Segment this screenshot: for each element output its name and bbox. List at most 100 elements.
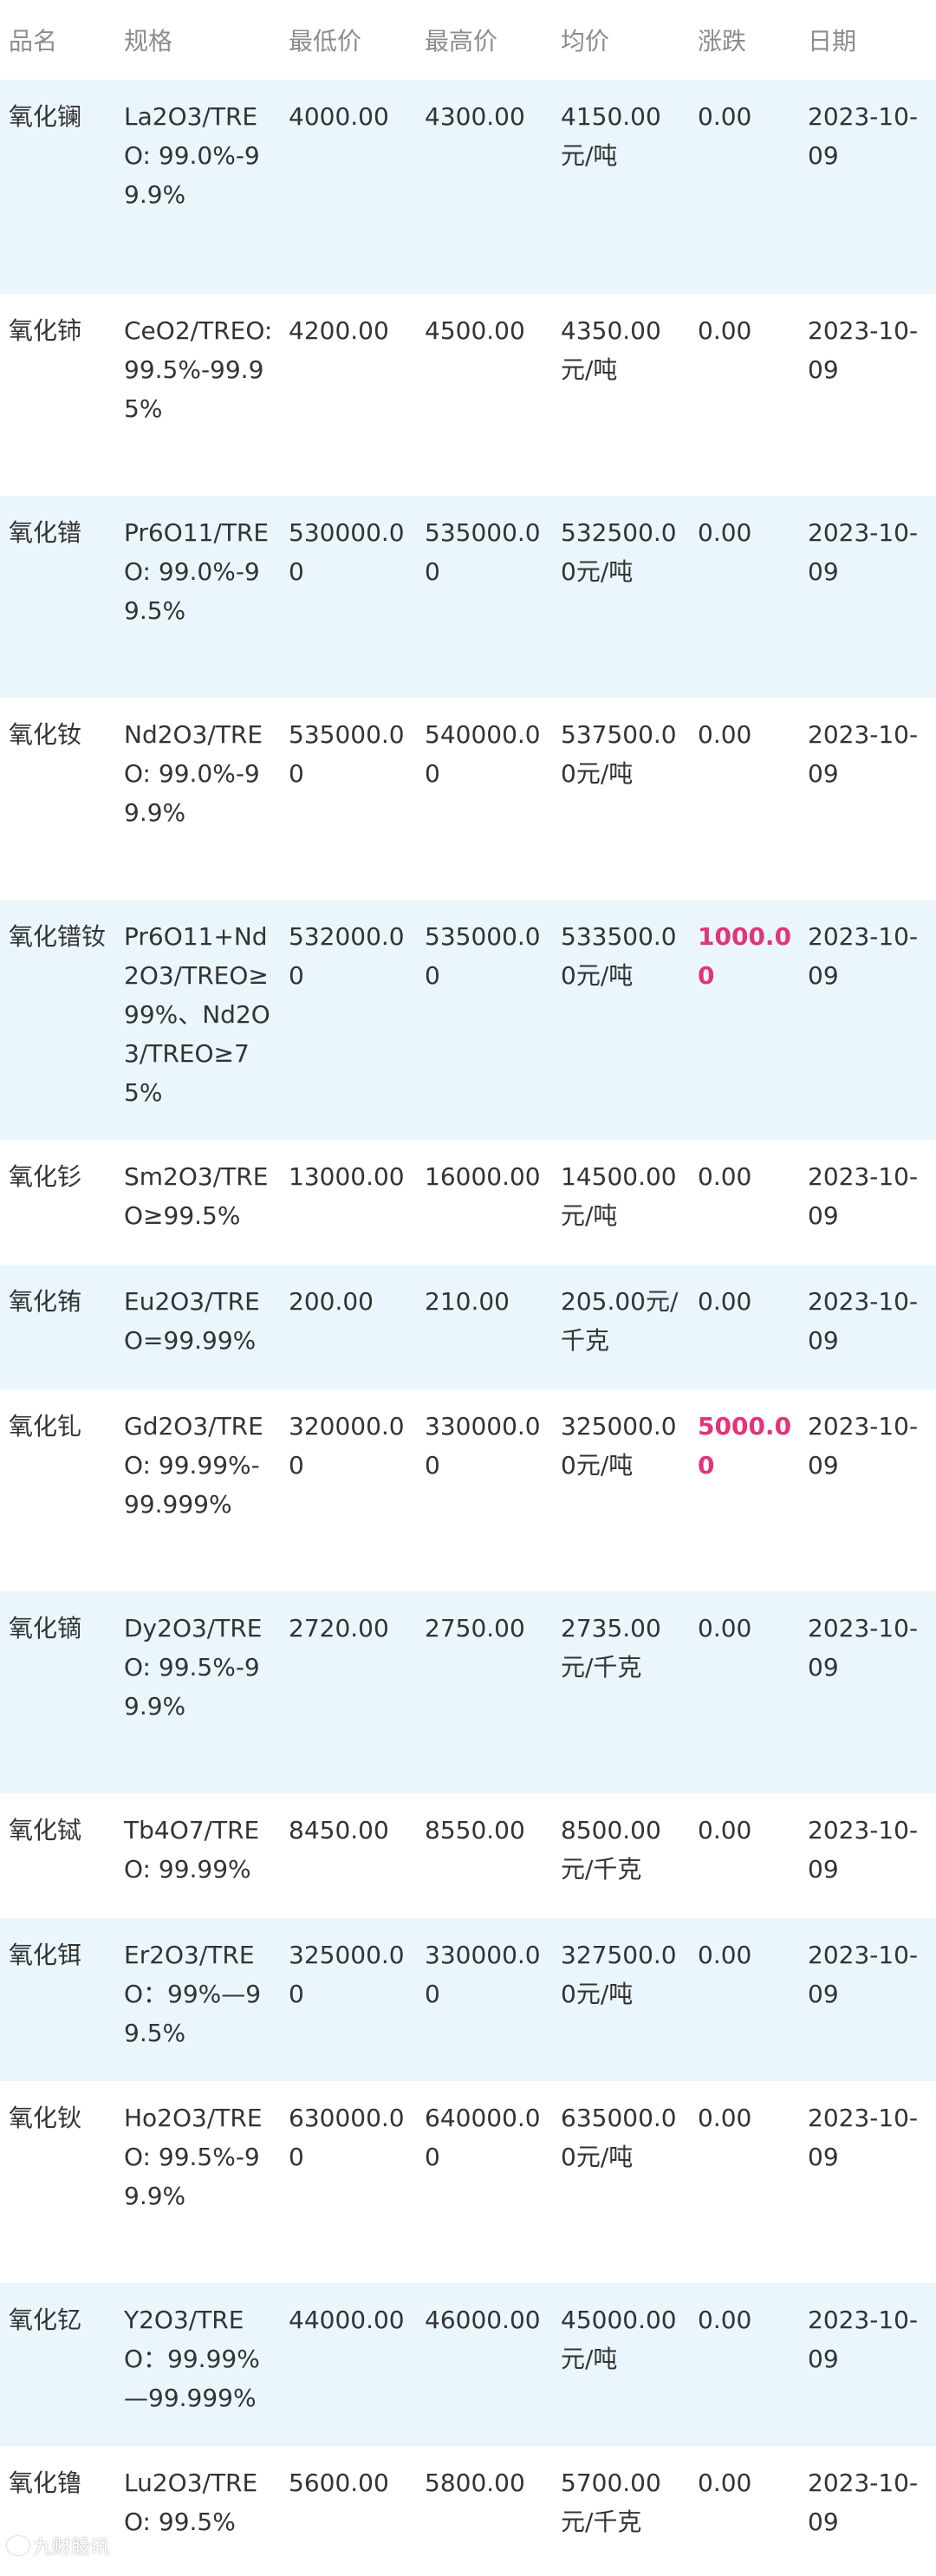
date-cell: 2023-10-09 bbox=[799, 294, 936, 496]
date-cell: 2023-10-09 bbox=[799, 2446, 936, 2576]
change-cell: 0.00 bbox=[689, 1265, 799, 1389]
avg-price-cell: 8500.00元/千克 bbox=[552, 1793, 689, 1918]
table-row: 氧化钬 Ho2O3/TREO: 99.5%-99.9% 630000.00 64… bbox=[0, 2081, 936, 2283]
spec-cell: Gd2O3/TREO: 99.99%-99.999% bbox=[115, 1389, 280, 1591]
high-price-cell: 4500.00 bbox=[416, 294, 552, 496]
high-price-cell: 540000.00 bbox=[416, 698, 552, 900]
low-price-cell: 8450.00 bbox=[280, 1793, 416, 1918]
table-row: 氧化铈 CeO2/TREO: 99.5%-99.95% 4200.00 4500… bbox=[0, 294, 936, 496]
high-price-cell: 330000.00 bbox=[416, 1389, 552, 1591]
change-cell: 0.00 bbox=[689, 80, 799, 294]
high-price-cell: 2750.00 bbox=[416, 1591, 552, 1793]
date-cell: 2023-10-09 bbox=[799, 1389, 936, 1591]
product-name-cell: 氧化钕 bbox=[0, 698, 115, 900]
low-price-cell: 630000.00 bbox=[280, 2081, 416, 2283]
header-change: 涨跌 bbox=[689, 0, 799, 80]
low-price-cell: 325000.00 bbox=[280, 1918, 416, 2081]
product-name-cell: 氧化钆 bbox=[0, 1389, 115, 1591]
low-price-cell: 5600.00 bbox=[280, 2446, 416, 2576]
low-price-cell: 532000.00 bbox=[280, 900, 416, 1140]
table-row: 氧化镧 La2O3/TREO: 99.0%-99.9% 4000.00 4300… bbox=[0, 80, 936, 294]
change-cell: 0.00 bbox=[689, 1793, 799, 1918]
date-cell: 2023-10-09 bbox=[799, 698, 936, 900]
product-name-cell: 氧化钇 bbox=[0, 2283, 115, 2446]
change-cell: 0.00 bbox=[689, 2081, 799, 2283]
avg-price-cell: 4350.00元/吨 bbox=[552, 294, 689, 496]
low-price-cell: 320000.00 bbox=[280, 1389, 416, 1591]
high-price-cell: 640000.00 bbox=[416, 2081, 552, 2283]
avg-price-cell: 5700.00元/千克 bbox=[552, 2446, 689, 2576]
header-avg-price: 均价 bbox=[552, 0, 689, 80]
product-name-cell: 氧化镨 bbox=[0, 496, 115, 698]
avg-price-cell: 4150.00元/吨 bbox=[552, 80, 689, 294]
change-cell: 0.00 bbox=[689, 2446, 799, 2576]
avg-price-cell: 45000.00元/吨 bbox=[552, 2283, 689, 2446]
change-cell: 0.00 bbox=[689, 1140, 799, 1265]
date-cell: 2023-10-09 bbox=[799, 80, 936, 294]
spec-cell: Pr6O11/TREO: 99.0%-99.5% bbox=[115, 496, 280, 698]
watermark: 九财股讯 bbox=[7, 2532, 109, 2560]
avg-price-cell: 325000.00元/吨 bbox=[552, 1389, 689, 1591]
table-row: 氧化钕 Nd2O3/TREO: 99.0%-99.9% 535000.00 54… bbox=[0, 698, 936, 900]
date-cell: 2023-10-09 bbox=[799, 2081, 936, 2283]
high-price-cell: 330000.00 bbox=[416, 1918, 552, 2081]
high-price-cell: 4300.00 bbox=[416, 80, 552, 294]
table-body: 氧化镧 La2O3/TREO: 99.0%-99.9% 4000.00 4300… bbox=[0, 80, 936, 2576]
product-name-cell: 氧化镝 bbox=[0, 1591, 115, 1793]
rare-earth-price-table: 品名 规格 最低价 最高价 均价 涨跌 日期 氧化镧 La2O3/TREO: 9… bbox=[0, 0, 936, 2576]
low-price-cell: 4000.00 bbox=[280, 80, 416, 294]
product-name-cell: 氧化铈 bbox=[0, 294, 115, 496]
change-cell: 0.00 bbox=[689, 1918, 799, 2081]
product-name-cell: 氧化钐 bbox=[0, 1140, 115, 1265]
product-name-cell: 氧化铕 bbox=[0, 1265, 115, 1389]
table-row: 氧化镨钕 Pr6O11+Nd2O3/TREO≥99%、Nd2O3/TREO≥75… bbox=[0, 900, 936, 1140]
header-high-price: 最高价 bbox=[416, 0, 552, 80]
avg-price-cell: 2735.00元/千克 bbox=[552, 1591, 689, 1793]
spec-cell: Y2O3/TREO：99.99%—99.999% bbox=[115, 2283, 280, 2446]
low-price-cell: 44000.00 bbox=[280, 2283, 416, 2446]
product-name-cell: 氧化镨钕 bbox=[0, 900, 115, 1140]
spec-cell: Pr6O11+Nd2O3/TREO≥99%、Nd2O3/TREO≥75% bbox=[115, 900, 280, 1140]
change-cell: 0.00 bbox=[689, 1591, 799, 1793]
header-product-name: 品名 bbox=[0, 0, 115, 80]
product-name-cell: 氧化镧 bbox=[0, 80, 115, 294]
spec-cell: Sm2O3/TREO≥99.5% bbox=[115, 1140, 280, 1265]
avg-price-cell: 532500.00元/吨 bbox=[552, 496, 689, 698]
date-cell: 2023-10-09 bbox=[799, 1591, 936, 1793]
table-row: 氧化钐 Sm2O3/TREO≥99.5% 13000.00 16000.00 1… bbox=[0, 1140, 936, 1265]
avg-price-cell: 327500.00元/吨 bbox=[552, 1918, 689, 2081]
change-cell: 0.00 bbox=[689, 294, 799, 496]
spec-cell: Dy2O3/TREO: 99.5%-99.9% bbox=[115, 1591, 280, 1793]
header-spec: 规格 bbox=[115, 0, 280, 80]
date-cell: 2023-10-09 bbox=[799, 1265, 936, 1389]
spec-cell: Tb4O7/TREO: 99.99% bbox=[115, 1793, 280, 1918]
table-row: 氧化钇 Y2O3/TREO：99.99%—99.999% 44000.00 46… bbox=[0, 2283, 936, 2446]
low-price-cell: 2720.00 bbox=[280, 1591, 416, 1793]
avg-price-cell: 635000.00元/吨 bbox=[552, 2081, 689, 2283]
table-row: 氧化镨 Pr6O11/TREO: 99.0%-99.5% 530000.00 5… bbox=[0, 496, 936, 698]
date-cell: 2023-10-09 bbox=[799, 2283, 936, 2446]
change-cell: 0.00 bbox=[689, 496, 799, 698]
spec-cell: CeO2/TREO: 99.5%-99.95% bbox=[115, 294, 280, 496]
table-row: 氧化钆 Gd2O3/TREO: 99.99%-99.999% 320000.00… bbox=[0, 1389, 936, 1591]
change-cell: 5000.00 bbox=[689, 1389, 799, 1591]
high-price-cell: 8550.00 bbox=[416, 1793, 552, 1918]
table-row: 氧化铒 Er2O3/TREO：99%—99.5% 325000.00 33000… bbox=[0, 1918, 936, 2081]
low-price-cell: 535000.00 bbox=[280, 698, 416, 900]
avg-price-cell: 14500.00元/吨 bbox=[552, 1140, 689, 1265]
change-cell: 1000.00 bbox=[689, 900, 799, 1140]
header-low-price: 最低价 bbox=[280, 0, 416, 80]
header-date: 日期 bbox=[799, 0, 936, 80]
date-cell: 2023-10-09 bbox=[799, 900, 936, 1140]
avg-price-cell: 205.00元/千克 bbox=[552, 1265, 689, 1389]
table-row: 氧化镝 Dy2O3/TREO: 99.5%-99.9% 2720.00 2750… bbox=[0, 1591, 936, 1793]
change-cell: 0.00 bbox=[689, 2283, 799, 2446]
spec-cell: Eu2O3/TREO=99.99% bbox=[115, 1265, 280, 1389]
date-cell: 2023-10-09 bbox=[799, 1793, 936, 1918]
low-price-cell: 13000.00 bbox=[280, 1140, 416, 1265]
low-price-cell: 530000.00 bbox=[280, 496, 416, 698]
spec-cell: Ho2O3/TREO: 99.5%-99.9% bbox=[115, 2081, 280, 2283]
high-price-cell: 46000.00 bbox=[416, 2283, 552, 2446]
header-row: 品名 规格 最低价 最高价 均价 涨跌 日期 bbox=[0, 0, 936, 80]
low-price-cell: 4200.00 bbox=[280, 294, 416, 496]
